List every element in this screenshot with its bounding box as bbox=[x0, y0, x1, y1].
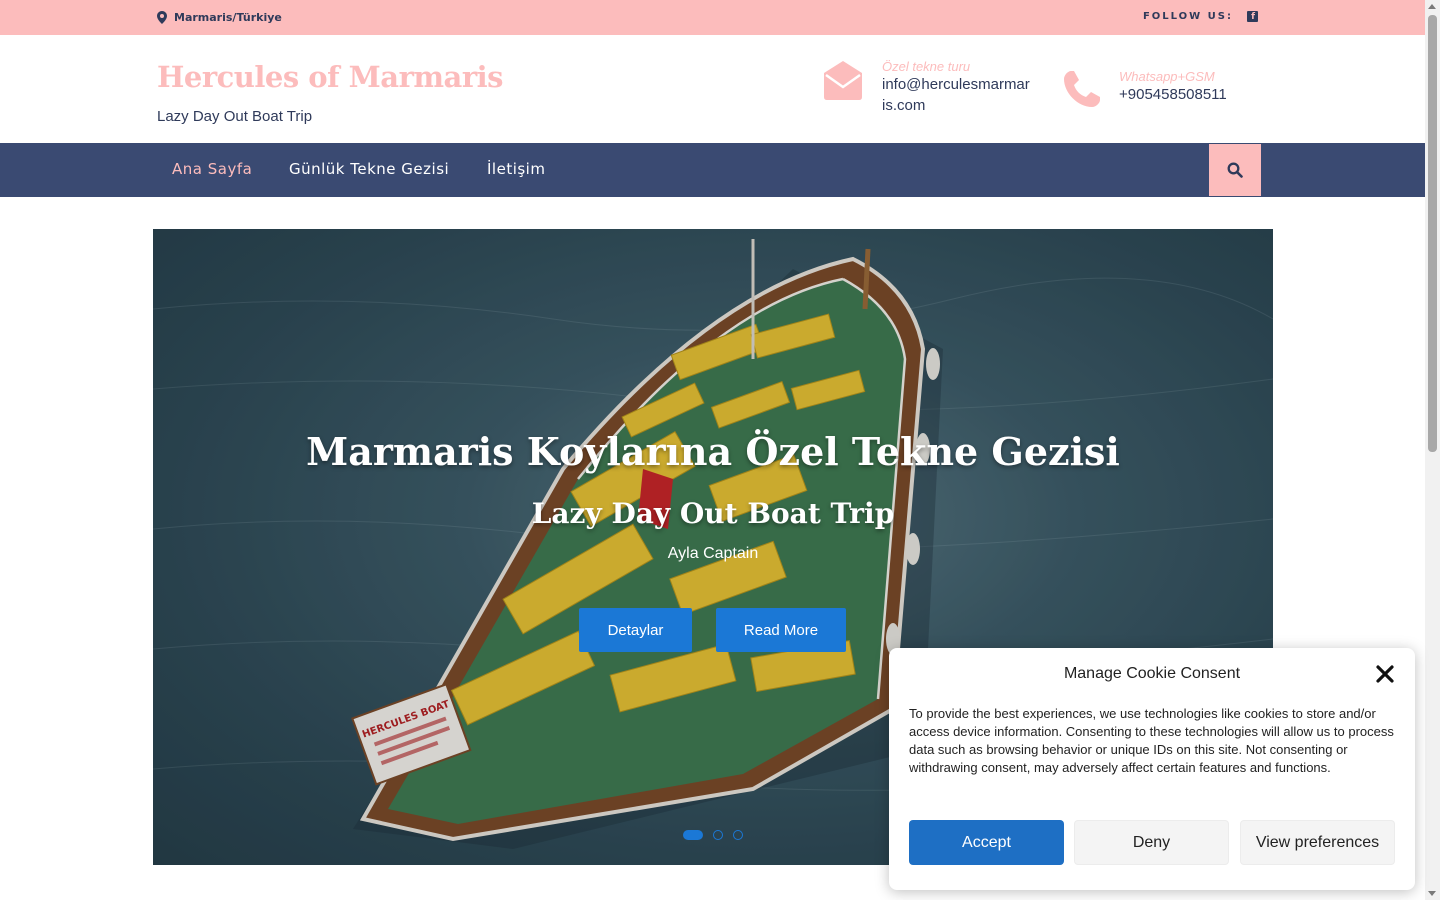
details-button[interactable]: Detaylar bbox=[579, 608, 692, 652]
phone-value[interactable]: +905458508511 bbox=[1119, 84, 1227, 105]
contact-phone: Whatsapp+GSM +905458508511 bbox=[1060, 69, 1227, 111]
hero-caption: Ayla Captain bbox=[667, 545, 759, 562]
close-icon[interactable] bbox=[1375, 664, 1395, 684]
facebook-icon[interactable]: f bbox=[1247, 11, 1258, 22]
cookie-body: To provide the best experiences, we use … bbox=[909, 706, 1394, 775]
nav-item-home[interactable]: Ana Sayfa bbox=[172, 160, 252, 178]
search-icon bbox=[1227, 162, 1243, 178]
cookie-consent-dialog: Manage Cookie Consent To provide the bes… bbox=[889, 648, 1415, 890]
read-more-button[interactable]: Read More bbox=[716, 608, 846, 652]
slider-dot-2[interactable] bbox=[713, 830, 723, 840]
scrollbar-thumb[interactable] bbox=[1428, 15, 1437, 452]
nav-item-contact[interactable]: İletişim bbox=[487, 160, 545, 178]
accept-button[interactable]: Accept bbox=[909, 820, 1064, 865]
slider-dots bbox=[683, 830, 743, 840]
contact-email: Özel tekne turu info@herculesmarmaris.co… bbox=[822, 59, 1030, 116]
slider-dot-3[interactable] bbox=[733, 830, 743, 840]
slider-dot-1[interactable] bbox=[683, 830, 703, 840]
email-label: Özel tekne turu bbox=[882, 59, 971, 74]
map-pin-icon bbox=[157, 11, 167, 24]
scroll-down-arrow-icon[interactable] bbox=[1428, 891, 1436, 896]
email-value[interactable]: info@herculesmarmaris.com bbox=[882, 74, 1030, 116]
search-button[interactable] bbox=[1209, 144, 1261, 196]
scroll-up-arrow-icon[interactable] bbox=[1428, 4, 1436, 9]
page-scrollbar[interactable] bbox=[1425, 0, 1440, 900]
top-bar: Marmaris/Türkiye FOLLOW US: f bbox=[0, 0, 1425, 35]
site-tagline: Lazy Day Out Boat Trip bbox=[157, 108, 313, 125]
nav-item-daily-boat-trip[interactable]: Günlük Tekne Gezisi bbox=[289, 160, 449, 178]
deny-button[interactable]: Deny bbox=[1074, 820, 1229, 865]
follow-us-label: FOLLOW US: bbox=[1142, 11, 1233, 22]
location: Marmaris/Türkiye bbox=[157, 11, 282, 24]
phone-label: Whatsapp+GSM bbox=[1119, 69, 1215, 84]
hero-title: Marmaris Koylarına Özel Tekne Gezisi bbox=[306, 429, 1120, 474]
phone-icon bbox=[1064, 71, 1100, 107]
cookie-title: Manage Cookie Consent bbox=[1063, 665, 1241, 682]
view-preferences-button[interactable]: View preferences bbox=[1240, 820, 1395, 865]
location-text: Marmaris/Türkiye bbox=[174, 11, 282, 24]
main-nav: Ana Sayfa Günlük Tekne Gezisi İletişim bbox=[0, 143, 1425, 197]
envelope-icon bbox=[824, 61, 862, 100]
follow-us: FOLLOW US: f bbox=[1143, 11, 1258, 22]
site-title[interactable]: Hercules of Marmaris bbox=[157, 60, 503, 94]
hero-subtitle: Lazy Day Out Boat Trip bbox=[531, 497, 895, 530]
